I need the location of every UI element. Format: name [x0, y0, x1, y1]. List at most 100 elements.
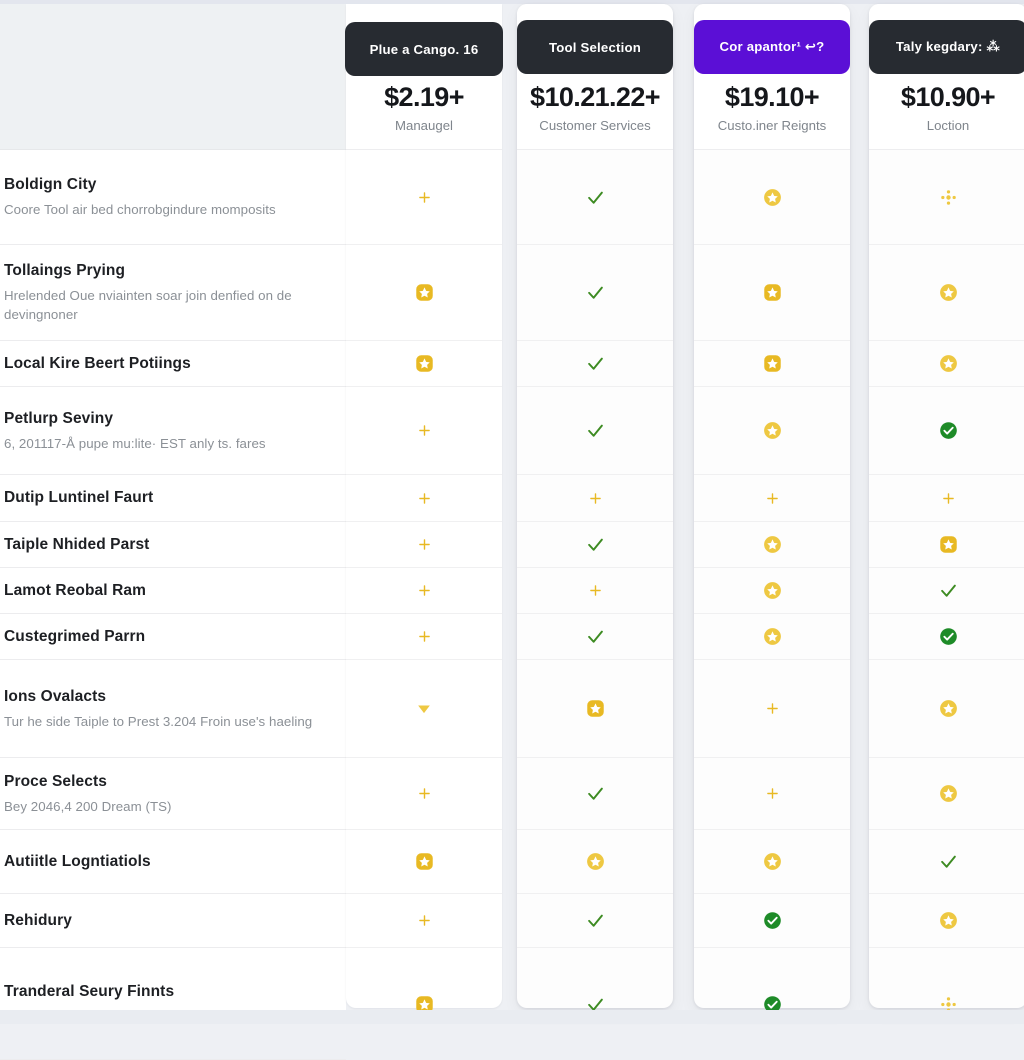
feature-title: Lamot Reobal Ram	[4, 581, 146, 599]
plan-ribbon-wrapper: Cor apantor¹ ↩?	[694, 12, 850, 82]
feature-row: Petlurp Seviny 6, 201117-Å pupe mu:lite· …	[0, 387, 346, 475]
plan-feature-cell	[869, 245, 1024, 341]
check-icon	[587, 538, 603, 551]
plan-card[interactable]: Plue a Cango. 16 $2.19+ Manaugel	[345, 4, 503, 1013]
feature-row-list: Boldign City Coore Tool air bed chorrobgi…	[0, 150, 346, 1060]
plus-icon	[766, 492, 778, 504]
plus-icon	[418, 631, 430, 642]
caret-icon	[418, 705, 430, 713]
plan-feature-cell	[694, 150, 850, 245]
plan-price: $10.21.22+	[530, 82, 660, 112]
plan-ribbon-label: Tool Selection	[549, 39, 641, 55]
plan-feature-cell	[346, 948, 502, 1060]
feature-label-column: Boldign City Coore Tool air bed chorrobgi…	[0, 4, 346, 1060]
plan-feature-cell	[694, 830, 850, 894]
plan-subtitle: Manaugel	[395, 118, 453, 133]
plan-feature-cell	[517, 894, 673, 948]
plan-feature-cell	[869, 894, 1024, 948]
badge-square-icon	[586, 700, 604, 717]
feature-row: Proce Selects Bey 2046,4 200 Dream (TS)	[0, 758, 346, 830]
plan-ribbon-label: Taly kegdary: ⁂	[895, 39, 1001, 54]
badge-round-icon	[939, 912, 957, 929]
plan-feature-cell	[517, 948, 673, 1060]
feature-title: Autiitle Logntiatiols	[4, 852, 151, 870]
plan-feature-cell	[346, 522, 502, 568]
plan-price: $2.19+	[384, 82, 464, 112]
plan-ribbon-label: Cor apantor¹ ↩?	[719, 39, 825, 54]
plan-feature-cell	[694, 475, 850, 522]
plus-icon	[589, 585, 601, 596]
plan-ribbon-wrapper: Plue a Cango. 16	[345, 12, 503, 82]
plus-icon	[418, 191, 430, 203]
feature-description: 6, 201117-Å pupe mu:lite· EST anly ts. f…	[4, 435, 266, 451]
feature-row: Autiitle Logntiatiols	[0, 830, 346, 894]
badge-round-icon	[763, 536, 781, 553]
plan-feature-cell	[346, 660, 502, 758]
plan-ribbon-badge[interactable]: Cor apantor¹ ↩?	[694, 20, 850, 74]
feature-row: Custegrimed Parrn	[0, 614, 346, 660]
badge-round-icon	[586, 853, 604, 870]
check-icon	[587, 191, 603, 204]
plan-ribbon-badge[interactable]: Taly kegdary: ⁂	[869, 20, 1024, 74]
ribbon-notch-icon	[750, 73, 794, 74]
plan-feature-cell	[694, 948, 850, 1060]
check-icon	[940, 855, 956, 868]
plan-feature-cell	[346, 245, 502, 341]
plan-feature-cell	[517, 245, 673, 341]
spark-icon	[940, 189, 956, 205]
badge-square-icon	[939, 536, 957, 553]
plan-feature-cell	[869, 150, 1024, 245]
feature-title: Taiple Nhided Parst	[4, 535, 150, 553]
plus-icon	[418, 915, 430, 926]
feature-row: Boldign City Coore Tool air bed chorrobgi…	[0, 150, 346, 245]
ribbon-notch-icon	[926, 73, 970, 74]
plan-card[interactable]: Cor apantor¹ ↩? $19.10+ Custo.iner Reignts	[694, 4, 850, 1013]
plan-ribbon-badge[interactable]: Plue a Cango. 16	[345, 22, 503, 76]
plan-feature-cell	[694, 660, 850, 758]
badge-round-icon	[763, 628, 781, 645]
plus-icon	[418, 585, 430, 596]
plan-feature-cell	[869, 341, 1024, 387]
plan-feature-cell	[346, 341, 502, 387]
plan-feature-cell	[346, 387, 502, 475]
plan-feature-cell	[694, 522, 850, 568]
green-circle-icon	[763, 912, 781, 929]
plan-card-header: Tool Selection $10.21.22+ Customer Service…	[517, 4, 673, 150]
feature-row: Tollaings Prying Hrelended Oue nviainten …	[0, 245, 346, 341]
green-circle-icon	[939, 422, 957, 439]
check-icon	[587, 424, 603, 437]
feature-row: Dutip Luntinel Faurt	[0, 475, 346, 522]
badge-round-icon	[939, 785, 957, 802]
plan-feature-cell	[694, 568, 850, 614]
plan-feature-cell	[346, 614, 502, 660]
plan-feature-cell	[346, 150, 502, 245]
feature-title: Tollaings Prying	[4, 262, 126, 279]
badge-square-icon	[415, 355, 433, 372]
plan-ribbon-badge[interactable]: Tool Selection	[517, 20, 673, 74]
ribbon-notch-icon	[573, 73, 617, 74]
feature-row: Lamot Reobal Ram	[0, 568, 346, 614]
plan-feature-cell	[869, 830, 1024, 894]
feature-title: Boldign City	[4, 176, 97, 193]
plan-feature-cell	[869, 568, 1024, 614]
label-column-header	[0, 4, 346, 150]
plan-feature-cell	[869, 758, 1024, 830]
plan-card[interactable]: Taly kegdary: ⁂ $10.90+ Loction	[869, 4, 1024, 1012]
plan-feature-cell	[694, 245, 850, 341]
badge-round-icon	[763, 422, 781, 439]
badge-square-icon	[763, 355, 781, 372]
plan-feature-cell	[869, 522, 1024, 568]
plan-feature-cell	[517, 568, 673, 614]
plan-feature-cell	[346, 894, 502, 948]
plan-feature-cell	[869, 387, 1024, 475]
plan-feature-cell	[869, 948, 1024, 1060]
plan-feature-cell	[346, 830, 502, 894]
plan-card[interactable]: Tool Selection $10.21.22+ Customer Service…	[517, 4, 673, 1011]
feature-title: Petlurp Seviny	[4, 409, 114, 427]
plan-feature-cell	[694, 341, 850, 387]
plan-feature-cell	[869, 660, 1024, 758]
plan-feature-cell	[517, 387, 673, 475]
plan-ribbon-label: Plue a Cango. 16	[369, 41, 479, 57]
plan-subtitle: Loction	[926, 118, 970, 133]
plus-icon	[418, 492, 430, 504]
